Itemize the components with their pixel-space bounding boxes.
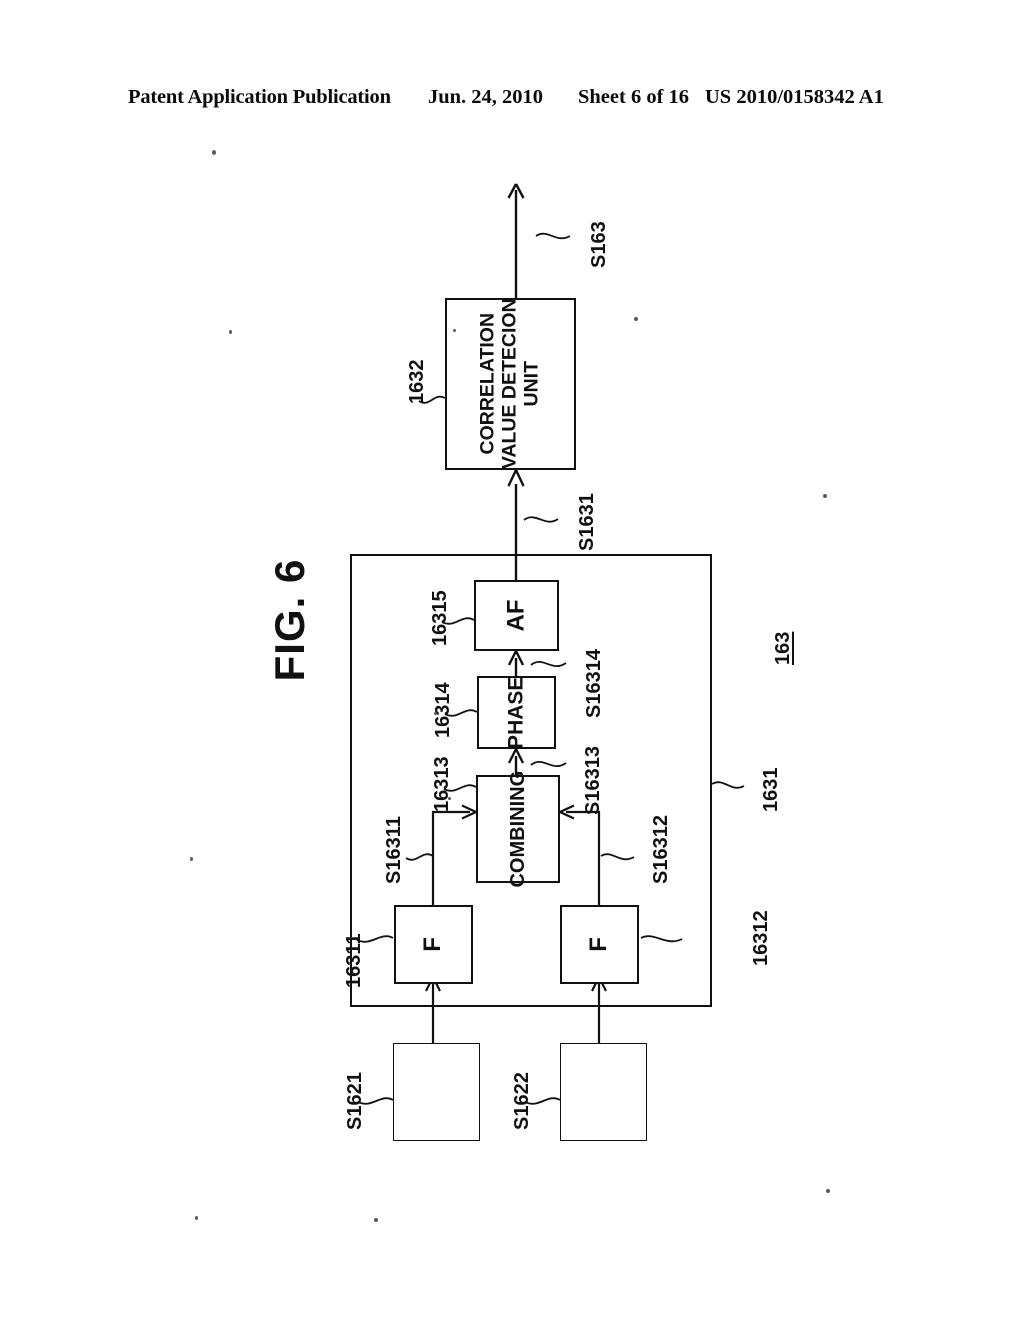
combining-label: COMBINING (506, 770, 529, 888)
af-label-wrap: AF (476, 582, 557, 649)
scan-speck (823, 494, 827, 498)
scan-speck (453, 329, 456, 332)
phase-label: PHASE (504, 676, 528, 749)
signal-s16312: S16312 (650, 815, 672, 884)
ref-16312: 16312 (750, 910, 772, 966)
phase-label-wrap: PHASE (479, 676, 554, 749)
combining-block: COMBINING (476, 771, 560, 888)
signal-s1631: S1631 (576, 493, 598, 551)
filter-right-block: F (560, 905, 639, 984)
ref-16313: 16313 (431, 756, 453, 812)
source-left-block (393, 1043, 480, 1141)
scan-speck (634, 317, 638, 321)
scan-speck (448, 797, 451, 800)
correlation-unit-label-line1: CORRELATION (476, 313, 499, 455)
af-label: AF (502, 599, 530, 632)
scan-speck (190, 857, 193, 861)
scan-speck (212, 150, 216, 155)
scan-speck (195, 1216, 198, 1220)
signal-s16313: S16313 (582, 746, 604, 815)
scan-speck (374, 1218, 378, 1222)
ref-163: 163 (772, 631, 794, 665)
signal-s163: S163 (588, 221, 610, 268)
source-left-label-wrap (394, 1044, 479, 1140)
ref-1632: 1632 (406, 359, 428, 405)
signal-s16314: S16314 (583, 649, 605, 718)
combining-label-wrap: COMBINING (478, 771, 558, 888)
scan-speck (434, 712, 437, 715)
correlation-unit-label-line3: UNIT (520, 361, 543, 407)
source-right-label-wrap (561, 1044, 646, 1140)
phase-block: PHASE (477, 676, 556, 749)
af-block: AF (474, 580, 559, 651)
scan-speck (826, 1189, 830, 1193)
signal-s1622: S1622 (511, 1072, 533, 1130)
filter-left-label: F (419, 937, 447, 952)
filter-right-label-wrap: F (562, 907, 637, 982)
ref-16315: 16315 (429, 590, 451, 646)
ref-1631: 1631 (760, 767, 782, 813)
source-right-block (560, 1043, 647, 1141)
correlation-value-detection-unit-block: CORRELATION VALUE DETECION UNIT (445, 298, 576, 470)
scan-speck (229, 330, 232, 334)
signal-s1621: S1621 (344, 1072, 366, 1130)
filter-left-block: F (394, 905, 473, 984)
filter-right-label: F (585, 937, 613, 952)
signal-s16311: S16311 (383, 816, 405, 884)
ref-16311: 16311 (343, 933, 365, 988)
correlation-unit-label-wrap: CORRELATION VALUE DETECION UNIT (447, 298, 574, 470)
filter-left-label-wrap: F (396, 907, 471, 982)
figure-title: FIG. 6 (266, 558, 313, 682)
ref-16314: 16314 (432, 682, 454, 738)
patent-figure: FIG. 6 CORRELATION VALUE DETECION UNIT A… (0, 0, 1024, 1320)
correlation-unit-label-line2: VALUE DETECION (498, 298, 521, 470)
